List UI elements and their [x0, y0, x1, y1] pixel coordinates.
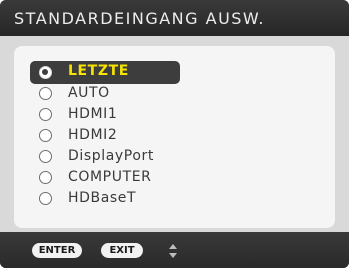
osd-menu-window: STANDARDEINGANG AUSW. LETZTE AUTO HDMI1: [0, 0, 349, 268]
option-label: HDMI2: [68, 127, 118, 143]
radio-button-icon[interactable]: [39, 87, 52, 100]
radio-button-icon[interactable]: [39, 66, 52, 79]
option-label: LETZTE: [68, 63, 129, 79]
option-auto[interactable]: AUTO: [30, 84, 180, 104]
exit-button[interactable]: EXIT: [101, 243, 143, 258]
input-options-list: LETZTE AUTO HDMI1 HDMI2 DisplayPort COMP…: [14, 46, 335, 228]
footer-bar: ENTER EXIT: [0, 232, 349, 268]
option-hdmi1[interactable]: HDMI1: [30, 105, 180, 125]
option-letzte[interactable]: LETZTE: [30, 61, 180, 84]
radio-button-icon[interactable]: [39, 192, 52, 205]
up-down-arrows-icon: [169, 244, 177, 258]
option-label: AUTO: [68, 85, 110, 101]
menu-title: STANDARDEINGANG AUSW.: [14, 9, 265, 28]
option-label: HDBaseT: [68, 190, 137, 206]
option-label: COMPUTER: [68, 169, 152, 185]
option-displayport[interactable]: DisplayPort: [30, 147, 180, 167]
radio-dot-icon: [42, 69, 49, 76]
option-computer[interactable]: COMPUTER: [30, 168, 180, 188]
radio-button-icon[interactable]: [39, 108, 52, 121]
option-hdbaset[interactable]: HDBaseT: [30, 189, 180, 209]
radio-button-icon[interactable]: [39, 171, 52, 184]
radio-button-icon[interactable]: [39, 150, 52, 163]
option-label: HDMI1: [68, 106, 118, 122]
option-label: DisplayPort: [68, 148, 154, 164]
title-bar: STANDARDEINGANG AUSW.: [0, 0, 349, 36]
enter-button[interactable]: ENTER: [32, 243, 82, 258]
menu-panel: LETZTE AUTO HDMI1 HDMI2 DisplayPort COMP…: [0, 36, 349, 232]
radio-button-icon[interactable]: [39, 129, 52, 142]
option-hdmi2[interactable]: HDMI2: [30, 126, 180, 146]
